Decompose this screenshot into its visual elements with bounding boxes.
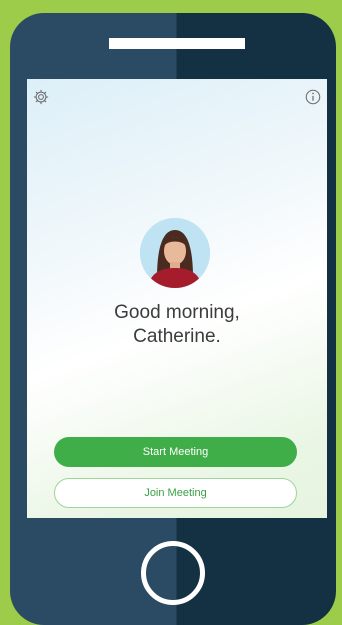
home-button[interactable] [141, 541, 205, 605]
info-button[interactable] [303, 87, 323, 107]
gear-icon [33, 89, 49, 105]
info-icon [305, 89, 321, 105]
avatar-portrait [140, 218, 210, 288]
settings-button[interactable] [31, 87, 51, 107]
greeting-line-1: Good morning, [114, 302, 240, 323]
join-meeting-button[interactable]: Join Meeting [54, 478, 297, 508]
greeting-name: Catherine. [133, 326, 221, 347]
app-screen: Good morning, Catherine. Start Meeting J… [27, 79, 327, 518]
speaker-slot [109, 38, 245, 49]
avatar [140, 218, 210, 288]
phone-frame: Good morning, Catherine. Start Meeting J… [10, 13, 336, 625]
start-meeting-button[interactable]: Start Meeting [54, 437, 297, 467]
greeting-text: Good morning, Catherine. [27, 301, 327, 349]
